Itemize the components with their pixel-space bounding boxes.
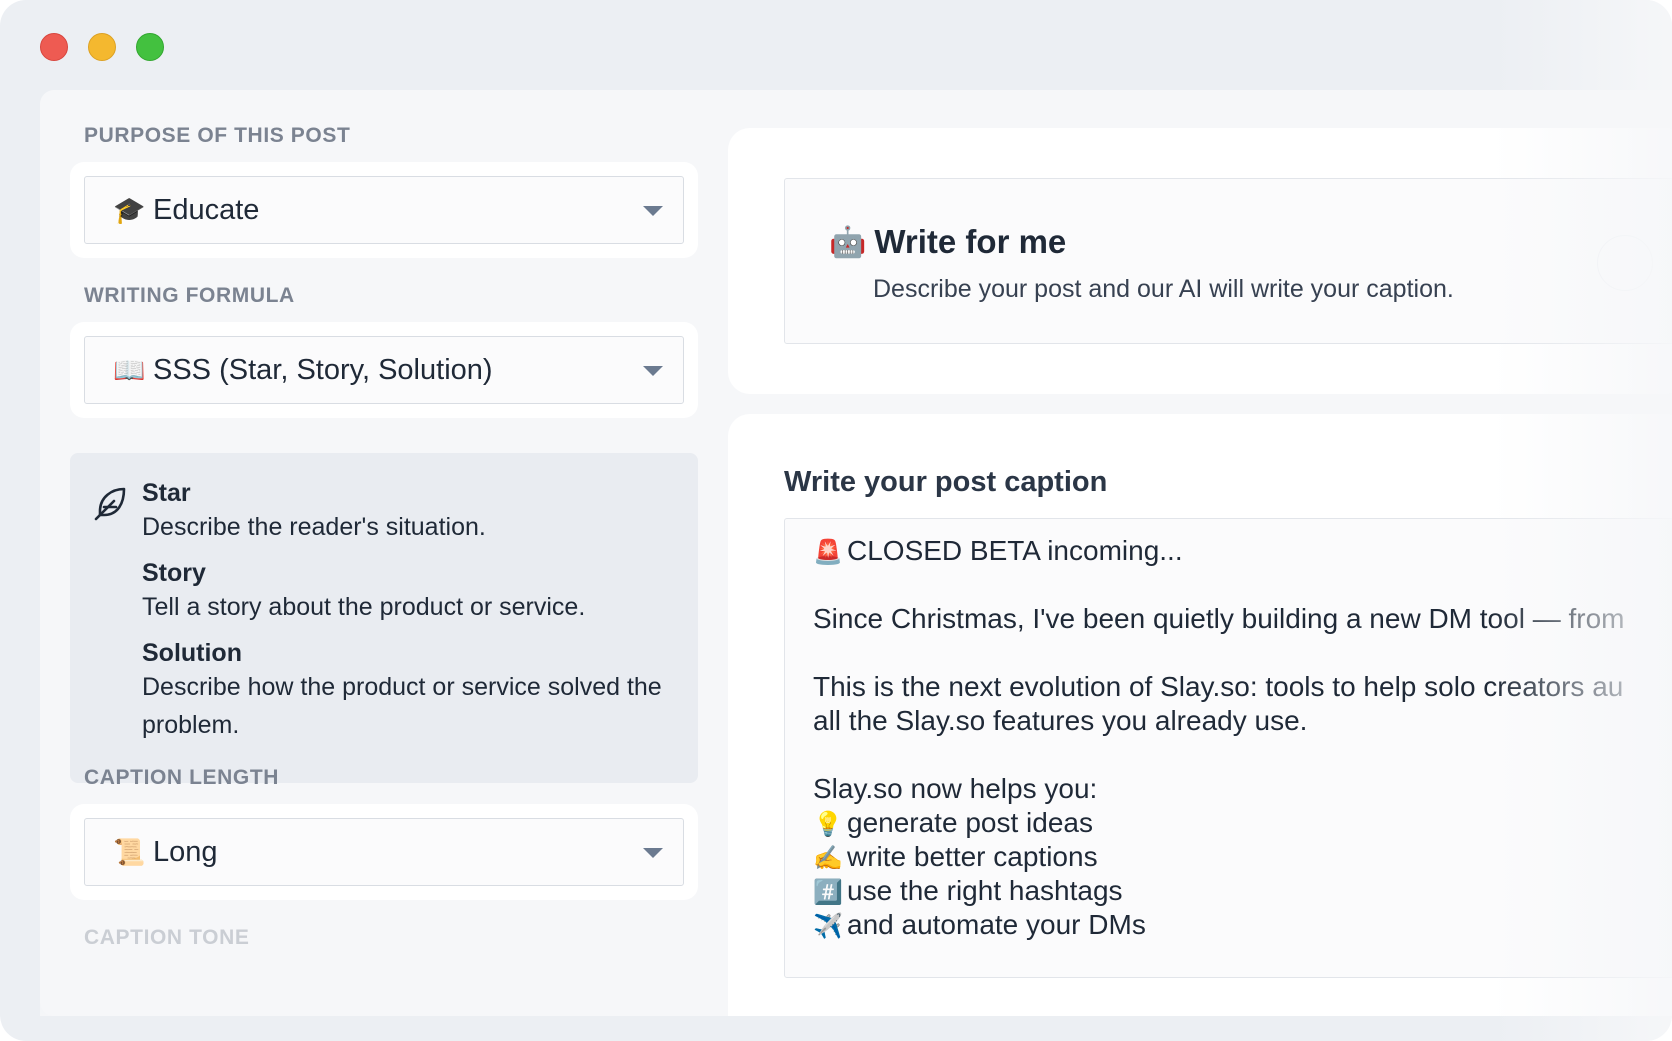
open-book-icon: 📖 bbox=[113, 354, 146, 385]
minimize-window-button[interactable] bbox=[88, 33, 116, 61]
step-desc: Describe the reader's situation. bbox=[142, 513, 486, 541]
chevron-down-icon bbox=[643, 206, 663, 216]
write-for-me-description: Describe your post and our AI will write… bbox=[873, 275, 1454, 303]
airplane-icon: ✈️ bbox=[813, 913, 843, 940]
app-window: PURPOSE OF THIS POST 🎓 Educate WRITING F… bbox=[0, 0, 1672, 1041]
purpose-value: Educate bbox=[153, 193, 260, 226]
caption-panel: Write your post caption 🚨 CLOSED BETA inc… bbox=[728, 414, 1672, 1016]
caption-line: This is the next evolution of Slay.so: t… bbox=[813, 671, 1624, 702]
writing-hand-icon: ✍️ bbox=[813, 845, 843, 872]
feather-icon bbox=[94, 487, 126, 521]
write-for-me-heading: Write for me bbox=[874, 223, 1067, 260]
purpose-card: 🎓 Educate bbox=[70, 162, 698, 258]
hashtag-icon: #️⃣ bbox=[813, 879, 843, 906]
formula-select[interactable]: 📖 SSS (Star, Story, Solution) bbox=[84, 336, 684, 404]
graduation-cap-icon: 🎓 bbox=[113, 194, 146, 225]
formula-description: Star Describe the reader's situation. St… bbox=[70, 453, 698, 783]
robot-icon: 🤖 bbox=[829, 225, 867, 259]
siren-icon: 🚨 bbox=[813, 539, 843, 566]
chevron-down-icon bbox=[643, 848, 663, 858]
caption-line: 🚨 CLOSED BETA incoming... bbox=[813, 535, 1183, 566]
purpose-select[interactable]: 🎓 Educate bbox=[84, 176, 684, 244]
chevron-down-icon bbox=[643, 366, 663, 376]
caption-line: #️⃣ use the right hashtags bbox=[813, 875, 1123, 906]
caption-line: Since Christmas, I've been quietly build… bbox=[813, 603, 1625, 634]
caption-line: ✈️ and automate your DMs bbox=[813, 909, 1146, 940]
caption-line: Slay.so now helps you: bbox=[813, 773, 1098, 804]
step-solution: Solution Describe how the product or ser… bbox=[142, 639, 672, 744]
step-desc: Describe how the product or service solv… bbox=[142, 673, 662, 739]
formula-card: 📖 SSS (Star, Story, Solution) bbox=[70, 322, 698, 418]
formula-value: SSS (Star, Story, Solution) bbox=[153, 353, 493, 386]
caption-heading: Write your post caption bbox=[784, 466, 1108, 498]
step-title: Solution bbox=[142, 639, 242, 667]
purpose-label: PURPOSE OF THIS POST bbox=[84, 124, 351, 147]
main-content: PURPOSE OF THIS POST 🎓 Educate WRITING F… bbox=[40, 90, 1672, 1016]
step-title: Story bbox=[142, 559, 206, 587]
length-value: Long bbox=[153, 835, 218, 868]
caption-line: all the Slay.so features you already use… bbox=[813, 705, 1308, 736]
length-label: CAPTION LENGTH bbox=[84, 766, 280, 789]
lightbulb-icon: 💡 bbox=[813, 811, 843, 838]
tone-label: CAPTION TONE bbox=[84, 926, 250, 949]
caption-line: ✍️ write better captions bbox=[813, 841, 1098, 872]
length-select[interactable]: 📜 Long bbox=[84, 818, 684, 886]
step-story: Story Tell a story about the product or … bbox=[142, 559, 672, 626]
write-for-me-title: 🤖 Write for me bbox=[829, 223, 1066, 261]
maximize-window-button[interactable] bbox=[136, 33, 164, 61]
caption-line: 💡 generate post ideas bbox=[813, 807, 1093, 838]
write-for-me-panel: 🤖 Write for me Describe your post and ou… bbox=[728, 128, 1672, 394]
write-for-me-button[interactable]: 🤖 Write for me Describe your post and ou… bbox=[784, 178, 1672, 344]
length-card: 📜 Long bbox=[70, 804, 698, 900]
arrow-circle-icon bbox=[1597, 235, 1653, 291]
caption-textarea[interactable]: 🚨 CLOSED BETA incoming... Since Christmas… bbox=[784, 518, 1672, 978]
step-desc: Tell a story about the product or servic… bbox=[142, 593, 586, 621]
formula-label: WRITING FORMULA bbox=[84, 284, 295, 307]
close-window-button[interactable] bbox=[40, 33, 68, 61]
step-title: Star bbox=[142, 479, 191, 507]
scroll-icon: 📜 bbox=[113, 836, 146, 867]
window-controls bbox=[40, 33, 164, 61]
step-star: Star Describe the reader's situation. bbox=[142, 479, 672, 546]
